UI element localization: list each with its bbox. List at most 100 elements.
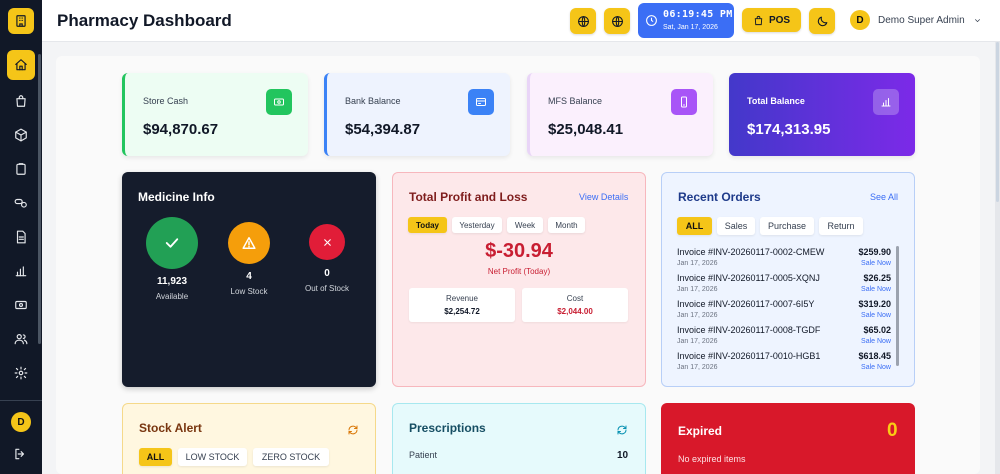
cash-icon <box>266 89 292 115</box>
sidebar-item-analytics[interactable] <box>8 258 34 284</box>
user-menu[interactable]: D Demo Super Admin <box>850 10 982 30</box>
order-row[interactable]: Invoice #INV-20260117-0008-TGDF Jan 17, … <box>677 324 895 350</box>
profit-loss-panel <box>392 172 646 387</box>
order-amount: $319.20 <box>858 299 891 309</box>
orders-tab-purchase[interactable]: Purchase <box>760 217 814 235</box>
sidebar-avatar[interactable]: D <box>11 412 31 432</box>
orders-scrollbar[interactable] <box>896 246 899 366</box>
revenue-value: $2,254.72 <box>444 307 480 316</box>
sidebar-item-home[interactable] <box>7 50 35 80</box>
prescriptions-title: Prescriptions <box>409 421 486 435</box>
clock-time: 06:19:45 PM <box>663 9 733 20</box>
revenue-box: Revenue $2,254.72 <box>409 288 515 322</box>
order-row[interactable]: Invoice #INV-20260117-0010-HGB1 Jan 17, … <box>677 350 895 371</box>
chevron-down-icon <box>974 18 980 22</box>
out-of-stock-label: Out of Stock <box>304 284 350 293</box>
clock-icon <box>646 15 657 26</box>
card-value: $54,394.87 <box>345 121 421 138</box>
document-icon <box>16 230 26 244</box>
card-label: Bank Balance <box>345 96 401 106</box>
orders-tab-return[interactable]: Return <box>819 217 863 235</box>
stock-refresh-button[interactable] <box>347 423 359 441</box>
gear-icon <box>14 366 28 380</box>
user-avatar: D <box>850 10 870 30</box>
profit-loss-title: Total Profit and Loss <box>409 190 528 204</box>
sidebar-item-users[interactable] <box>8 326 34 352</box>
order-invoice: Invoice #INV-20260117-0005-XQNJ <box>677 273 820 283</box>
user-name: Demo Super Admin <box>878 14 965 26</box>
sidebar-item-accounts[interactable] <box>8 292 34 318</box>
stock-alert-title: Stock Alert <box>139 421 202 435</box>
clock-date: Sat, Jan 17, 2026 <box>663 24 718 31</box>
sidebar-nav <box>7 50 35 386</box>
prescriptions-row-value: 10 <box>617 450 629 461</box>
sidebar-item-products[interactable] <box>8 122 34 148</box>
prescriptions-refresh-button[interactable] <box>616 423 628 441</box>
order-invoice: Invoice #INV-20260117-0007-6I5Y <box>677 299 815 309</box>
net-profit-label: Net Profit (Today) <box>487 267 551 276</box>
tab-month[interactable]: Month <box>548 217 585 233</box>
low-stock-count: 4 <box>246 271 252 282</box>
net-profit-value: $-30.94 <box>485 240 553 262</box>
sidebar-item-sales[interactable] <box>8 88 34 114</box>
order-invoice: Invoice #INV-20260117-0008-TGDF <box>677 325 821 335</box>
order-row[interactable]: Invoice #INV-20260117-0007-6I5Y Jan 17, … <box>677 298 895 324</box>
sidebar-item-medicines[interactable] <box>8 190 34 216</box>
website-button[interactable] <box>604 8 630 34</box>
bag-icon <box>16 95 26 107</box>
card-label: Total Balance <box>747 96 805 106</box>
out-of-stock-indicator[interactable] <box>309 224 345 260</box>
pos-button[interactable]: POS <box>742 8 801 32</box>
main-scrollbar[interactable] <box>995 42 1000 474</box>
available-indicator[interactable] <box>146 217 198 269</box>
tab-week[interactable]: Week <box>507 217 543 233</box>
sidebar-item-settings[interactable] <box>8 360 34 386</box>
cost-value: $2,044.00 <box>557 307 593 316</box>
app-logo-icon[interactable] <box>8 8 34 34</box>
expired-title: Expired <box>678 424 723 438</box>
chart-icon <box>15 266 27 277</box>
order-type: Sale Now <box>861 364 891 371</box>
sidebar-item-orders[interactable] <box>8 156 34 182</box>
order-row[interactable]: Invoice #INV-20260117-0005-XQNJ Jan 17, … <box>677 272 895 298</box>
mfs-balance-card[interactable]: MFS Balance $25,048.41 <box>527 73 713 156</box>
see-all-link[interactable]: See All <box>870 192 898 202</box>
box-icon <box>15 128 27 142</box>
order-date: Jan 17, 2026 <box>677 260 718 267</box>
stock-tab-all[interactable]: ALL <box>139 448 172 466</box>
view-details-link[interactable]: View Details <box>579 192 628 202</box>
order-row[interactable]: Invoice #INV-20260117-0002-CMEW Jan 17, … <box>677 246 895 272</box>
total-balance-card[interactable]: Total Balance $174,313.95 <box>729 73 915 156</box>
logout-button[interactable] <box>13 447 27 466</box>
cost-label: Cost <box>566 294 584 303</box>
stock-tab-zero[interactable]: ZERO STOCK <box>253 448 329 466</box>
card-label: Store Cash <box>143 96 189 106</box>
theme-toggle-button[interactable] <box>809 8 835 34</box>
medicine-info-title: Medicine Info <box>138 190 215 204</box>
card-icon <box>468 89 494 115</box>
main-scrollbar-thumb[interactable] <box>996 42 999 202</box>
sidebar-item-reports[interactable] <box>8 224 34 250</box>
sidebar-scrollbar[interactable] <box>38 54 41 344</box>
prescriptions-row-label: Patient <box>409 450 438 460</box>
tab-today[interactable]: Today <box>408 217 447 233</box>
check-icon <box>165 238 179 248</box>
low-stock-indicator[interactable] <box>228 222 270 264</box>
order-date: Jan 17, 2026 <box>677 312 718 319</box>
globe-icon <box>577 15 589 27</box>
store-cash-card[interactable]: Store Cash $94,870.67 <box>122 73 308 156</box>
stock-tab-low[interactable]: LOW STOCK <box>178 448 247 466</box>
tab-yesterday[interactable]: Yesterday <box>452 217 502 233</box>
cost-box: Cost $2,044.00 <box>522 288 628 322</box>
low-stock-label: Low Stock <box>230 287 268 296</box>
language-button[interactable] <box>570 8 596 34</box>
bank-balance-card[interactable]: Bank Balance $54,394.87 <box>324 73 510 156</box>
orders-tab-sales[interactable]: Sales <box>717 217 755 235</box>
close-icon <box>323 238 331 246</box>
top-header: Pharmacy Dashboard 06:19:45 PM Sat, Jan … <box>42 0 1000 42</box>
available-count: 11,923 <box>156 276 188 287</box>
sidebar-divider <box>0 400 42 401</box>
card-value: $25,048.41 <box>548 121 624 138</box>
orders-tab-all[interactable]: ALL <box>677 217 712 235</box>
order-date: Jan 17, 2026 <box>677 338 718 345</box>
